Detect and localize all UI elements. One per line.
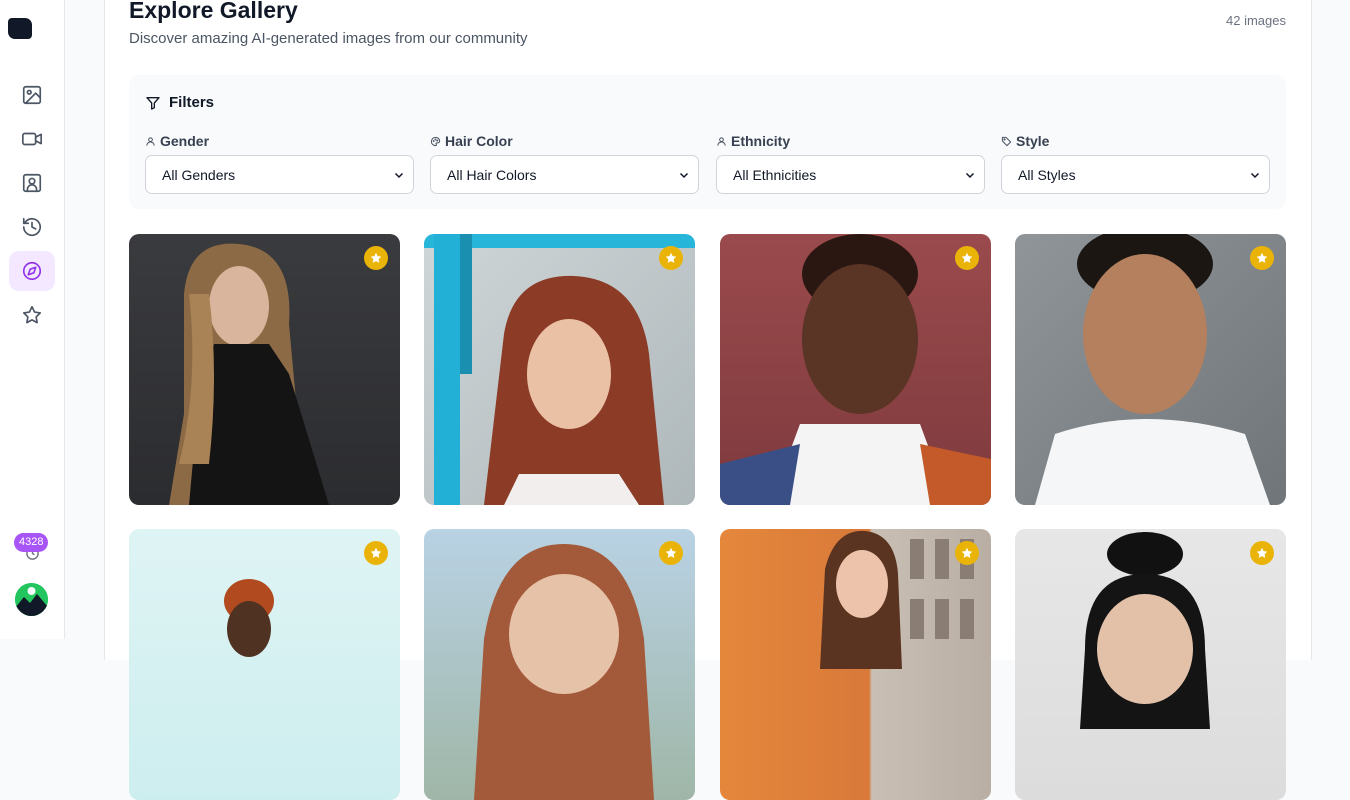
favorite-badge[interactable] [659, 541, 683, 565]
user-icon [146, 136, 155, 146]
portrait-photo [224, 579, 274, 657]
favorite-badge[interactable] [659, 246, 683, 270]
user-icon [717, 136, 726, 146]
star-icon [665, 547, 677, 558]
nav-favorites[interactable] [9, 295, 55, 335]
filter-label-text: Hair Color [445, 133, 513, 149]
nav-portraits[interactable] [9, 163, 55, 203]
filter-label-text: Style [1016, 133, 1050, 149]
avatar-mountain-icon [15, 583, 48, 616]
filter-ethnicity: Ethnicity All Ethnicities [716, 132, 985, 194]
filter-gender-label: Gender [145, 132, 414, 150]
star-icon [961, 252, 973, 263]
palette-icon [430, 136, 441, 146]
gallery-image-card[interactable] [720, 234, 991, 505]
gallery-image-card[interactable] [1015, 529, 1286, 800]
filters-panel: Filters Gender All Genders Hair Color Al… [129, 75, 1286, 209]
favorite-badge[interactable] [364, 246, 388, 270]
gallery-image-card[interactable] [129, 234, 400, 505]
star-icon [370, 547, 382, 558]
portrait-icon [22, 173, 42, 193]
video-icon [22, 132, 42, 146]
chevron-down-icon [1250, 172, 1260, 178]
filter-ethnicity-label: Ethnicity [716, 132, 985, 150]
portrait-photo [474, 544, 654, 800]
select-value: All Genders [162, 166, 236, 183]
nav-explore[interactable] [9, 251, 55, 291]
user-avatar[interactable] [15, 583, 48, 616]
nav-video[interactable] [9, 119, 55, 159]
portrait-photo [720, 234, 991, 505]
page-title: Explore Gallery [129, 0, 298, 23]
filter-icon [146, 96, 160, 110]
star-icon [1256, 547, 1268, 558]
nav-history[interactable] [9, 207, 55, 247]
select-value: All Styles [1018, 166, 1076, 183]
star-icon [961, 547, 973, 558]
filter-label-text: Ethnicity [731, 133, 791, 149]
compass-icon [22, 261, 42, 281]
filter-hair-color-label: Hair Color [430, 132, 699, 150]
gallery-image-card[interactable] [424, 529, 695, 800]
select-value: All Hair Colors [447, 166, 537, 183]
chevron-down-icon [679, 172, 689, 178]
filters-title: Filters [169, 94, 215, 111]
star-icon [665, 252, 677, 263]
gender-select[interactable]: All Genders [145, 155, 414, 194]
credits-badge[interactable]: 4328 [14, 533, 49, 552]
gallery-image-card[interactable] [720, 529, 991, 800]
filter-style-label: Style [1001, 132, 1270, 150]
gallery-image-card[interactable] [1015, 234, 1286, 505]
nav-image-generator[interactable] [9, 75, 55, 115]
portrait-photo [1035, 234, 1270, 505]
page-subtitle: Discover amazing AI-generated images fro… [129, 30, 528, 47]
favorite-badge[interactable] [955, 246, 979, 270]
gallery-image-card[interactable] [129, 529, 400, 800]
favorite-badge[interactable] [955, 541, 979, 565]
filter-style: Style All Styles [1001, 132, 1270, 194]
hair-color-select[interactable]: All Hair Colors [430, 155, 699, 194]
star-icon [22, 305, 42, 324]
star-icon [1256, 252, 1268, 263]
app-logo[interactable] [8, 18, 32, 39]
favorite-badge[interactable] [1250, 246, 1274, 270]
select-value: All Ethnicities [733, 166, 817, 183]
chevron-down-icon [965, 172, 975, 178]
tag-icon [1001, 136, 1012, 146]
history-icon [22, 217, 42, 237]
portrait-photo [1080, 532, 1210, 729]
filter-hair-color: Hair Color All Hair Colors [430, 132, 699, 194]
gallery-image-card[interactable] [424, 234, 695, 505]
portrait-photo [169, 243, 329, 505]
favorite-badge[interactable] [1250, 541, 1274, 565]
chevron-down-icon [394, 172, 404, 178]
portrait-photo [820, 530, 974, 669]
ethnicity-select[interactable]: All Ethnicities [716, 155, 985, 194]
image-count: 42 images [1226, 13, 1286, 28]
filters-heading: Filters [145, 94, 214, 111]
star-icon [370, 252, 382, 263]
filter-label-text: Gender [160, 133, 210, 149]
sidebar: 4328 [0, 0, 65, 639]
favorite-badge[interactable] [364, 541, 388, 565]
filter-gender: Gender All Genders [145, 132, 414, 194]
portrait-photo [424, 234, 695, 505]
style-select[interactable]: All Styles [1001, 155, 1270, 194]
image-icon [22, 85, 42, 105]
